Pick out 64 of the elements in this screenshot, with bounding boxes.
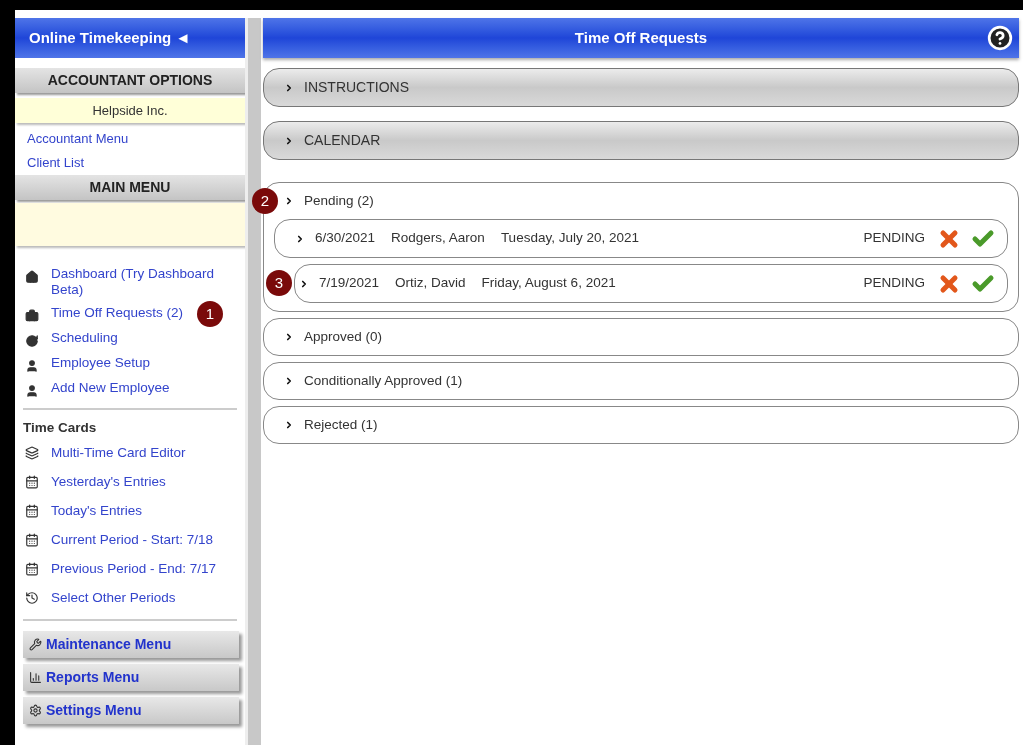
menu-link[interactable]: Select Other Periods bbox=[51, 589, 176, 608]
section-heading: ACCOUNTANT OPTIONS bbox=[15, 68, 245, 93]
menu-link[interactable]: Today's Entries bbox=[51, 502, 143, 521]
briefcase-icon bbox=[25, 309, 39, 323]
history-icon bbox=[25, 591, 39, 606]
menu-link[interactable]: Previous Period - End: 7/17 bbox=[51, 560, 217, 579]
request-row[interactable]: 7/19/2021 Ortiz, David Friday, August 6, 2021 PENDING bbox=[294, 264, 1008, 303]
collapsible-section[interactable]: CALENDAR bbox=[263, 121, 1019, 160]
chevron-icon bbox=[284, 135, 294, 146]
status-label: PENDING bbox=[863, 274, 925, 293]
request-row[interactable]: 6/30/2021 Rodgers, Aaron Tuesday, July 20, 2021 PENDING bbox=[274, 219, 1008, 258]
status-label: PENDING bbox=[863, 229, 925, 248]
calendar-icon bbox=[25, 533, 39, 548]
bar-chart-icon bbox=[29, 671, 42, 685]
chevron-icon bbox=[284, 196, 294, 206]
chevron-icon bbox=[284, 332, 294, 342]
sidebar-link[interactable]: Accountant Menu bbox=[27, 127, 245, 151]
person-icon bbox=[25, 359, 39, 373]
wrench-icon bbox=[29, 638, 42, 652]
calendar-icon bbox=[25, 562, 39, 577]
calendar-icon bbox=[25, 504, 39, 519]
app-title-bar[interactable]: Online Timekeeping ◄ bbox=[15, 18, 245, 58]
group-header[interactable]: Rejected (1) bbox=[284, 414, 378, 436]
chevron-icon bbox=[284, 420, 294, 430]
requested-day: Tuesday, July 20, 2021 bbox=[500, 228, 639, 249]
menu-link[interactable]: Scheduling bbox=[51, 330, 231, 346]
layers-icon bbox=[25, 446, 39, 461]
menu-button[interactable]: Settings Menu bbox=[23, 697, 239, 725]
settings-icon bbox=[29, 704, 42, 718]
menu-button[interactable]: Reports Menu bbox=[23, 664, 239, 692]
menu-link[interactable]: Yesterday's Entries bbox=[51, 473, 166, 492]
requested-day: Friday, August 6, 2021 bbox=[481, 273, 616, 294]
chevron-icon bbox=[299, 278, 309, 289]
chevron-icon bbox=[284, 82, 294, 93]
group-header[interactable]: Conditionally Approved (1) bbox=[284, 370, 463, 392]
client-name: Helpside Inc. bbox=[15, 98, 245, 123]
section-label: Time Cards bbox=[22, 419, 98, 437]
callout-badge: 2 bbox=[252, 188, 278, 214]
callout-badge: 1 bbox=[197, 301, 223, 327]
sidebar-link[interactable]: Client List bbox=[27, 151, 245, 175]
home-icon bbox=[25, 270, 39, 284]
menu-link[interactable]: Add New Employee bbox=[51, 380, 231, 396]
section-heading: MAIN MENU bbox=[15, 175, 245, 200]
employee-name: Ortiz, David bbox=[395, 274, 466, 293]
menu-link[interactable]: Multi-Time Card Editor bbox=[51, 444, 186, 463]
scrollbar[interactable] bbox=[245, 18, 261, 745]
group-header[interactable]: Pending (2) bbox=[284, 190, 374, 212]
menu-link[interactable]: Dashboard (Try Dashboard Beta) bbox=[51, 266, 231, 298]
menu-link[interactable]: Time Off Requests (2) bbox=[51, 305, 184, 321]
callout-badge: 3 bbox=[266, 270, 292, 296]
chevron-icon bbox=[295, 233, 305, 244]
chevron-icon bbox=[284, 376, 294, 386]
menu-link[interactable]: Employee Setup bbox=[51, 355, 231, 371]
group-header[interactable]: Approved (0) bbox=[284, 326, 383, 348]
collapsible-section[interactable]: INSTRUCTIONS bbox=[263, 68, 1019, 107]
menu-link[interactable]: Current Period - Start: 7/18 bbox=[51, 531, 214, 550]
calendar-icon bbox=[25, 475, 39, 490]
request-date: 7/19/2021 bbox=[319, 274, 380, 293]
employee-name: Rodgers, Aaron bbox=[391, 229, 485, 248]
person-icon bbox=[25, 384, 39, 398]
help-icon[interactable] bbox=[987, 25, 1013, 51]
menu-button[interactable]: Maintenance Menu bbox=[23, 631, 239, 659]
page-title: Time Off Requests bbox=[574, 27, 708, 48]
request-date: 6/30/2021 bbox=[315, 229, 376, 248]
